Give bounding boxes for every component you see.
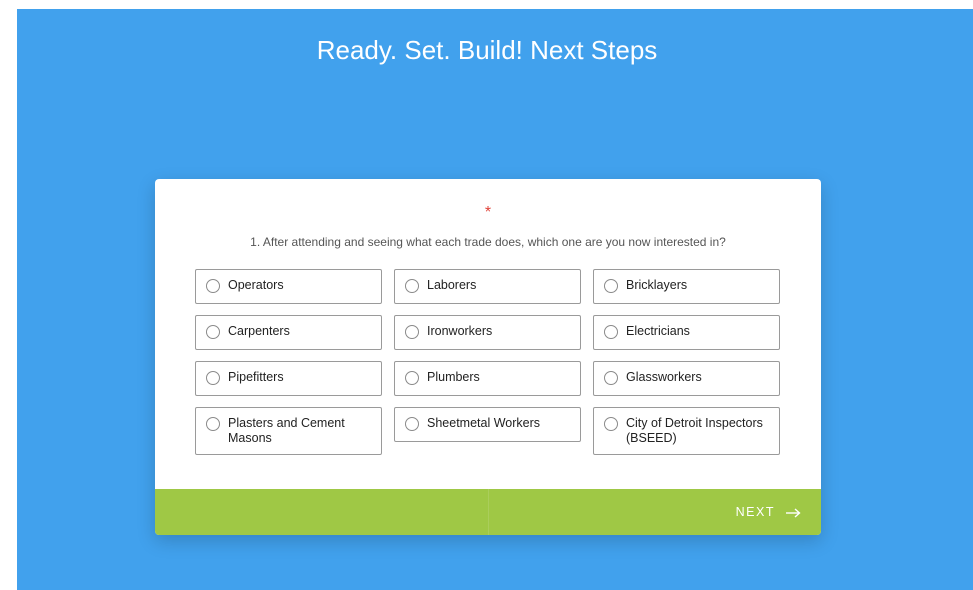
survey-background: Ready. Set. Build! Next Steps * 1. After… xyxy=(17,9,973,590)
option-label: Electricians xyxy=(626,324,690,338)
radio-icon[interactable] xyxy=(405,417,419,431)
option-plumbers[interactable]: Plumbers xyxy=(394,361,581,396)
option-label: Plumbers xyxy=(427,370,480,384)
option-pipefitters[interactable]: Pipefitters xyxy=(195,361,382,396)
radio-icon[interactable] xyxy=(604,371,618,385)
radio-icon[interactable] xyxy=(206,279,220,293)
option-label: Plasters and Cement Masons xyxy=(228,416,345,445)
radio-icon[interactable] xyxy=(206,325,220,339)
option-label: Pipefitters xyxy=(228,370,284,384)
radio-icon[interactable] xyxy=(206,417,220,431)
radio-icon[interactable] xyxy=(604,417,618,431)
option-electricians[interactable]: Electricians xyxy=(593,315,780,350)
option-label: Sheetmetal Workers xyxy=(427,416,541,430)
question-card: * 1. After attending and seeing what eac… xyxy=(155,179,821,535)
option-label: Laborers xyxy=(427,278,477,292)
option-glassworkers[interactable]: Glassworkers xyxy=(593,361,780,396)
footer-divider xyxy=(488,489,489,535)
option-plasters-cement-masons[interactable]: Plasters and Cement Masons xyxy=(195,407,382,455)
option-label: Carpenters xyxy=(228,324,290,338)
option-label: Ironworkers xyxy=(427,324,493,338)
next-button[interactable]: NEXT xyxy=(736,489,801,535)
required-asterisk: * xyxy=(484,204,492,221)
next-button-label: NEXT xyxy=(735,505,775,519)
option-laborers[interactable]: Laborers xyxy=(394,269,581,304)
arrow-right-icon xyxy=(785,507,801,518)
radio-icon[interactable] xyxy=(405,279,419,293)
question-text: 1. After attending and seeing what each … xyxy=(250,235,726,249)
radio-icon[interactable] xyxy=(405,325,419,339)
option-carpenters[interactable]: Carpenters xyxy=(195,315,382,350)
option-label: City of Detroit Inspectors (BSEED) xyxy=(626,416,763,445)
option-operators[interactable]: Operators xyxy=(195,269,382,304)
radio-icon[interactable] xyxy=(604,279,618,293)
option-city-of-detroit-inspectors[interactable]: City of Detroit Inspectors (BSEED) xyxy=(593,407,780,455)
radio-icon[interactable] xyxy=(604,325,618,339)
page-title: Ready. Set. Build! Next Steps xyxy=(316,35,658,65)
options-grid: Operators Laborers Bricklayers Carpenter… xyxy=(195,269,782,455)
option-bricklayers[interactable]: Bricklayers xyxy=(593,269,780,304)
option-sheetmetal-workers[interactable]: Sheetmetal Workers xyxy=(394,407,581,442)
option-label: Bricklayers xyxy=(626,278,688,292)
radio-icon[interactable] xyxy=(206,371,220,385)
radio-icon[interactable] xyxy=(405,371,419,385)
option-label: Glassworkers xyxy=(626,370,702,384)
option-ironworkers[interactable]: Ironworkers xyxy=(394,315,581,350)
option-label: Operators xyxy=(228,278,284,292)
card-footer: NEXT xyxy=(155,489,821,535)
